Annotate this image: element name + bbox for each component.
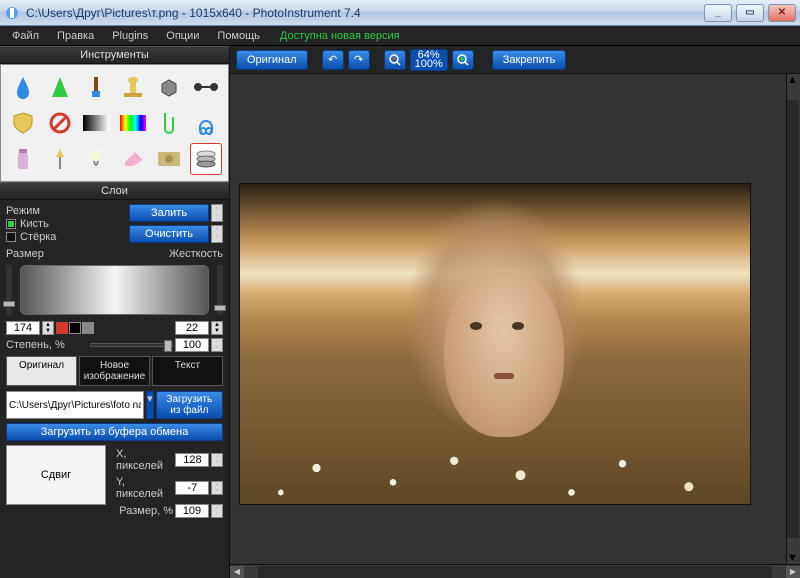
tool-shield[interactable]	[7, 107, 39, 139]
swatch-gray[interactable]	[82, 322, 94, 334]
sizepct-input[interactable]	[175, 504, 209, 518]
tab-original[interactable]: Оригинал	[6, 356, 77, 386]
opacity-slider[interactable]	[90, 343, 174, 347]
y-input[interactable]	[175, 481, 209, 495]
tool-cube[interactable]	[153, 71, 185, 103]
update-link[interactable]: Доступна новая версия	[280, 30, 400, 42]
clear-button[interactable]: Очистить	[129, 225, 209, 243]
canvas-image	[240, 184, 750, 504]
menu-plugins[interactable]: Plugins	[104, 28, 156, 44]
canvas-viewport[interactable]	[230, 74, 786, 564]
tool-stamp[interactable]	[117, 71, 149, 103]
sidebar: Инструменты Слои Режим	[0, 46, 230, 578]
window-title: C:\Users\Друг\Pictures\т.png - 1015x640 …	[26, 6, 704, 20]
undo-button[interactable]: ↶	[322, 50, 344, 70]
menu-file[interactable]: Файл	[4, 28, 47, 44]
tool-cone[interactable]	[44, 71, 76, 103]
path-dropdown[interactable]: ▾	[146, 391, 154, 419]
tool-clip-green[interactable]	[153, 107, 185, 139]
redo-button[interactable]: ↷	[348, 50, 370, 70]
hardness-label: Жесткость	[169, 248, 223, 260]
y-label: Y, пикселей	[116, 476, 173, 500]
app-icon	[4, 5, 20, 21]
color-swatches[interactable]	[56, 322, 94, 334]
shift-control[interactable]: Сдвиг	[6, 445, 106, 505]
tool-pin-yellow[interactable]	[44, 143, 76, 175]
fill-options[interactable]: ▲▼	[211, 204, 223, 222]
tool-bulb[interactable]	[80, 143, 112, 175]
layers-panel-title: Слои	[0, 182, 229, 200]
size-spinner[interactable]: ▲▼	[42, 321, 54, 335]
path-input[interactable]	[6, 391, 144, 419]
sizepct-label: Размер, %	[119, 505, 173, 517]
tool-grad-bw[interactable]	[80, 107, 112, 139]
clear-options[interactable]: ▲▼	[211, 225, 223, 243]
menu-edit[interactable]: Правка	[49, 28, 102, 44]
y-spinner[interactable]: ▲▼	[211, 481, 223, 495]
swatch-black[interactable]	[69, 322, 81, 334]
maximize-button[interactable]: ▭	[736, 4, 764, 22]
pin-button[interactable]: Закрепить	[492, 50, 567, 70]
sizepct-spinner[interactable]: ▲▼	[211, 504, 223, 518]
tools-panel-title: Инструменты	[0, 46, 229, 64]
swatch-red[interactable]	[56, 322, 68, 334]
tool-nored[interactable]	[44, 107, 76, 139]
minimize-button[interactable]: _	[704, 4, 732, 22]
brush-preview	[20, 265, 209, 315]
tool-clip-blue[interactable]	[190, 107, 222, 139]
menubar: Файл Правка Plugins Опции Помощь Доступн…	[0, 26, 800, 46]
hardness-input[interactable]	[175, 321, 209, 335]
tool-grad-rainbow[interactable]	[117, 107, 149, 139]
horizontal-scrollbar[interactable]: ◀▶	[230, 564, 800, 578]
tool-jar[interactable]	[7, 143, 39, 175]
hardness-spinner[interactable]: ▲▼	[211, 321, 223, 335]
mode-label: Режим	[6, 205, 56, 217]
tool-money[interactable]	[153, 143, 185, 175]
canvas-area: Оригинал ↶ ↷ 64%100% Закрепить ▲▼ ◀▶	[230, 46, 800, 578]
tool-brush[interactable]	[80, 71, 112, 103]
original-button[interactable]: Оригинал	[236, 50, 308, 70]
canvas-toolbar: Оригинал ↶ ↷ 64%100% Закрепить	[230, 46, 800, 74]
size-slider[interactable]	[6, 265, 12, 315]
tools-grid	[0, 64, 229, 182]
tool-drop[interactable]	[7, 71, 39, 103]
load-file-button[interactable]: Загрузить из файл	[156, 391, 223, 419]
hardness-slider[interactable]	[217, 265, 223, 315]
load-clipboard-button[interactable]: Загрузить из буфера обмена	[6, 423, 223, 441]
window-titlebar: C:\Users\Друг\Pictures\т.png - 1015x640 …	[0, 0, 800, 26]
opacity-label: Степень, %	[6, 339, 88, 351]
x-label: X, пикселей	[116, 448, 173, 472]
vertical-scrollbar[interactable]: ▲▼	[786, 74, 800, 564]
mode-eraser-checkbox[interactable]: Стёрка	[6, 231, 56, 243]
tool-barbell[interactable]	[190, 71, 222, 103]
tab-new-image[interactable]: Новое изображение	[79, 356, 150, 386]
tool-eraser[interactable]	[117, 143, 149, 175]
zoom-display[interactable]: 64%100%	[410, 49, 448, 71]
x-spinner[interactable]: ▲▼	[211, 453, 223, 467]
x-input[interactable]	[175, 453, 209, 467]
menu-help[interactable]: Помощь	[209, 28, 268, 44]
menu-options[interactable]: Опции	[158, 28, 207, 44]
close-button[interactable]: ✕	[768, 4, 796, 22]
size-label: Размер	[6, 248, 44, 260]
fill-button[interactable]: Залить	[129, 204, 209, 222]
tool-layers[interactable]	[190, 143, 222, 175]
opacity-spinner[interactable]: ▲▼	[211, 338, 223, 352]
tab-text[interactable]: Текст	[152, 356, 223, 386]
size-input[interactable]	[6, 321, 40, 335]
zoom-in-button[interactable]	[452, 50, 474, 70]
zoom-out-button[interactable]	[384, 50, 406, 70]
mode-brush-checkbox[interactable]: Кисть	[6, 218, 56, 230]
opacity-input[interactable]	[175, 338, 209, 352]
